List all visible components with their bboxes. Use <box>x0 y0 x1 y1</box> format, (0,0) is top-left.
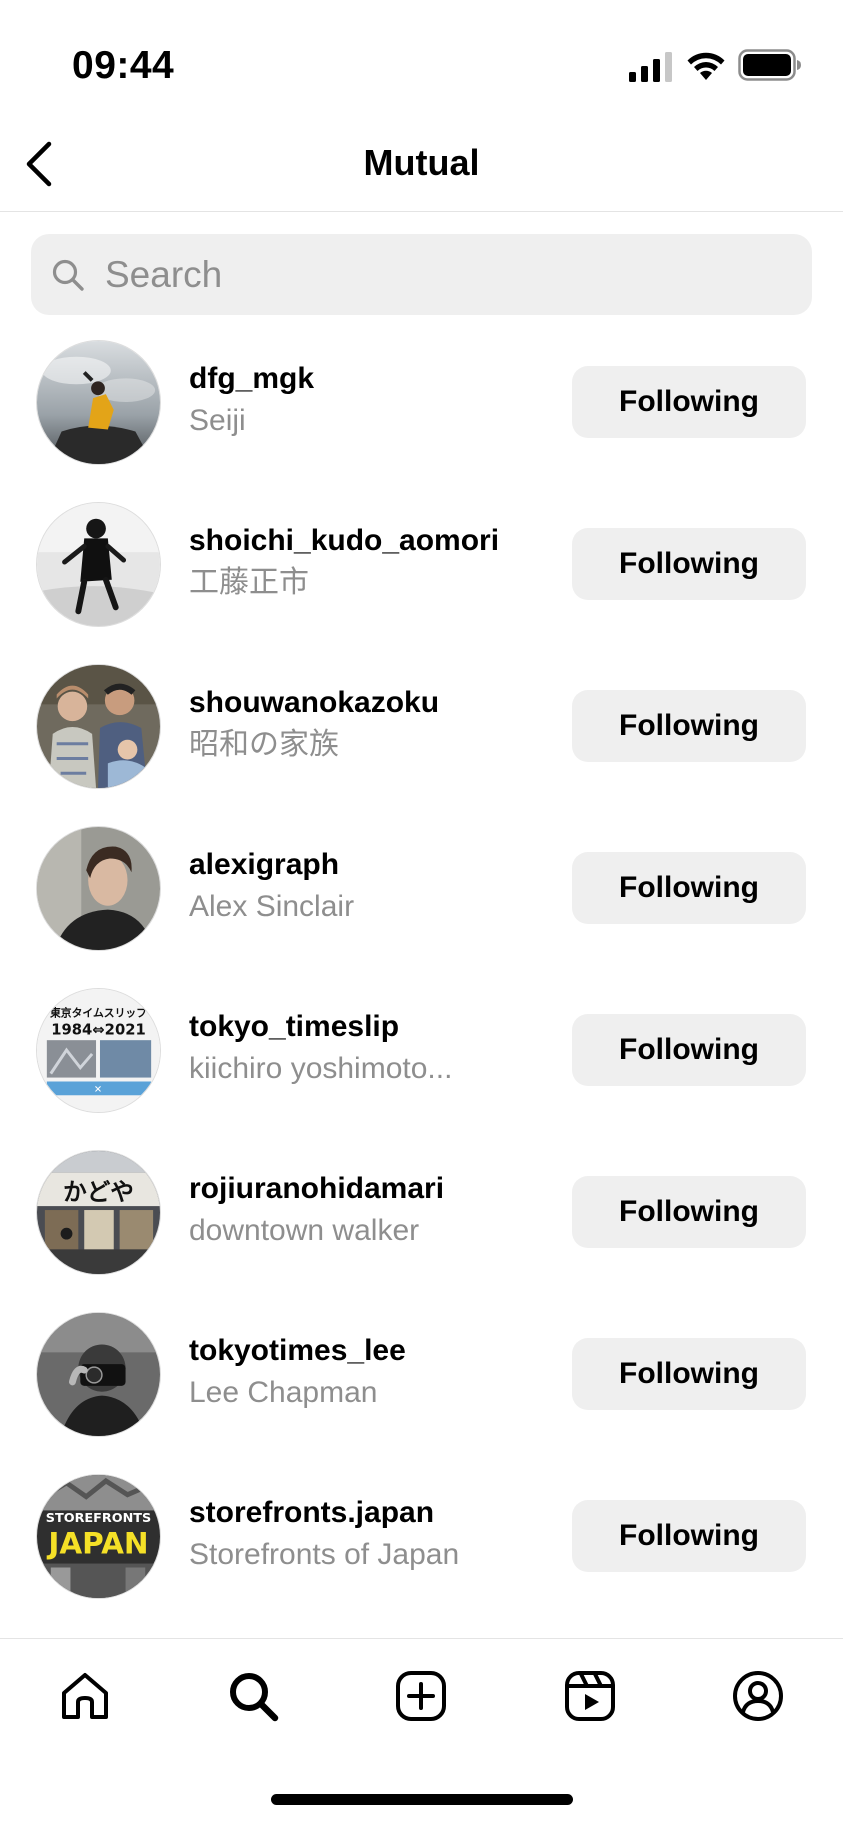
following-button[interactable]: Following <box>572 1176 806 1248</box>
list-item[interactable]: alexigraph Alex Sinclair Following <box>0 819 843 981</box>
username[interactable]: dfg_mgk <box>189 361 529 397</box>
avatar-image <box>37 665 160 788</box>
avatar-logo-text: STOREFRONTS <box>46 1511 151 1526</box>
wifi-icon <box>687 52 725 80</box>
list-item[interactable]: STOREFRONTS JAPAN storefronts.japan Stor… <box>0 1467 843 1629</box>
page-title: Mutual <box>363 142 480 183</box>
user-names: tokyo_timeslip kiichiro yoshimoto... <box>189 1009 529 1088</box>
navigation-header: Mutual <box>0 120 843 212</box>
full-name: Storefronts of Japan <box>189 1538 460 1571</box>
home-icon <box>62 1673 108 1719</box>
avatar[interactable] <box>36 826 161 951</box>
list-item[interactable]: shouwanokazoku 昭和の家族 Following <box>0 657 843 819</box>
reels-icon <box>565 1671 615 1721</box>
full-name: 昭和の家族 <box>189 728 339 761</box>
full-name: kiichiro yoshimoto... <box>189 1052 453 1085</box>
bottom-tab-bar <box>0 1638 843 1748</box>
profile-icon <box>733 1671 783 1721</box>
home-indicator <box>271 1794 573 1805</box>
avatar[interactable] <box>36 340 161 465</box>
screen: 09:44 Mutual Search dfg_mgk Seiji Follow… <box>0 0 843 1825</box>
avatar-image <box>37 1313 160 1436</box>
username[interactable]: shoichi_kudo_aomori <box>189 523 529 559</box>
tab-home[interactable] <box>56 1667 114 1725</box>
status-time: 09:44 <box>72 44 175 87</box>
full-name: Alex Sinclair <box>189 890 355 923</box>
full-name: downtown walker <box>189 1214 420 1247</box>
username[interactable]: rojiuranohidamari <box>189 1171 529 1207</box>
list-item[interactable]: かどや rojiuranohidamari downtown walker Fo… <box>0 1143 843 1305</box>
tab-profile[interactable] <box>729 1667 787 1725</box>
following-button[interactable]: Following <box>572 852 806 924</box>
avatar-image <box>37 827 160 950</box>
user-names: dfg_mgk Seiji <box>189 361 529 440</box>
avatar[interactable]: 東京タイムスリップ 1984⇔2021 ✕ <box>36 988 161 1113</box>
following-button[interactable]: Following <box>572 1500 806 1572</box>
battery-icon <box>738 49 801 81</box>
search-bar[interactable] <box>31 234 812 315</box>
mutual-followers-list: dfg_mgk Seiji Following shoichi_kudo_aom… <box>0 333 843 1629</box>
tab-search[interactable] <box>224 1667 282 1725</box>
avatar-logo-text: 1984⇔2021 <box>51 1021 145 1038</box>
tab-create[interactable] <box>392 1667 450 1725</box>
avatar-image: かどや <box>37 1151 160 1274</box>
search-input[interactable] <box>105 253 765 296</box>
username[interactable]: storefronts.japan <box>189 1495 529 1531</box>
user-names: storefronts.japan Storefronts of Japan <box>189 1495 529 1574</box>
tab-reels[interactable] <box>561 1667 619 1725</box>
following-button[interactable]: Following <box>572 690 806 762</box>
user-names: tokyotimes_lee Lee Chapman <box>189 1333 529 1412</box>
avatar-image <box>37 503 160 626</box>
avatar[interactable] <box>36 1312 161 1437</box>
full-name: 工藤正市 <box>189 566 309 599</box>
avatar-image: STOREFRONTS JAPAN <box>37 1475 160 1598</box>
user-names: shoichi_kudo_aomori 工藤正市 <box>189 523 529 602</box>
username[interactable]: tokyotimes_lee <box>189 1333 529 1369</box>
full-name: Lee Chapman <box>189 1376 378 1409</box>
avatar[interactable] <box>36 664 161 789</box>
following-button[interactable]: Following <box>572 366 806 438</box>
list-item[interactable]: shoichi_kudo_aomori 工藤正市 Following <box>0 495 843 657</box>
following-button[interactable]: Following <box>572 528 806 600</box>
list-item[interactable]: 東京タイムスリップ 1984⇔2021 ✕ tokyo_timeslip kii… <box>0 981 843 1143</box>
username[interactable]: alexigraph <box>189 847 529 883</box>
full-name: Seiji <box>189 404 246 437</box>
following-button[interactable]: Following <box>572 1338 806 1410</box>
list-item[interactable]: tokyotimes_lee Lee Chapman Following <box>0 1305 843 1467</box>
avatar-image: 東京タイムスリップ 1984⇔2021 ✕ <box>37 989 160 1112</box>
avatar-logo-text: 東京タイムスリップ <box>50 1006 147 1020</box>
avatar[interactable]: かどや <box>36 1150 161 1275</box>
avatar-logo-text: JAPAN <box>46 1527 148 1561</box>
cellular-signal-icon <box>629 52 672 82</box>
username[interactable]: tokyo_timeslip <box>189 1009 529 1045</box>
following-button[interactable]: Following <box>572 1014 806 1086</box>
username[interactable]: shouwanokazoku <box>189 685 529 721</box>
user-names: shouwanokazoku 昭和の家族 <box>189 685 529 764</box>
avatar[interactable]: STOREFRONTS JAPAN <box>36 1474 161 1599</box>
list-item[interactable]: dfg_mgk Seiji Following <box>0 333 843 495</box>
user-names: rojiuranohidamari downtown walker <box>189 1171 529 1250</box>
user-names: alexigraph Alex Sinclair <box>189 847 529 926</box>
search-icon <box>52 259 84 291</box>
avatar[interactable] <box>36 502 161 627</box>
avatar-logo-text: かどや <box>63 1178 134 1206</box>
svg-text:✕: ✕ <box>94 1084 102 1095</box>
create-post-icon <box>396 1671 446 1721</box>
avatar-image <box>37 341 160 464</box>
search-icon <box>230 1673 279 1722</box>
status-bar: 09:44 <box>0 0 843 120</box>
